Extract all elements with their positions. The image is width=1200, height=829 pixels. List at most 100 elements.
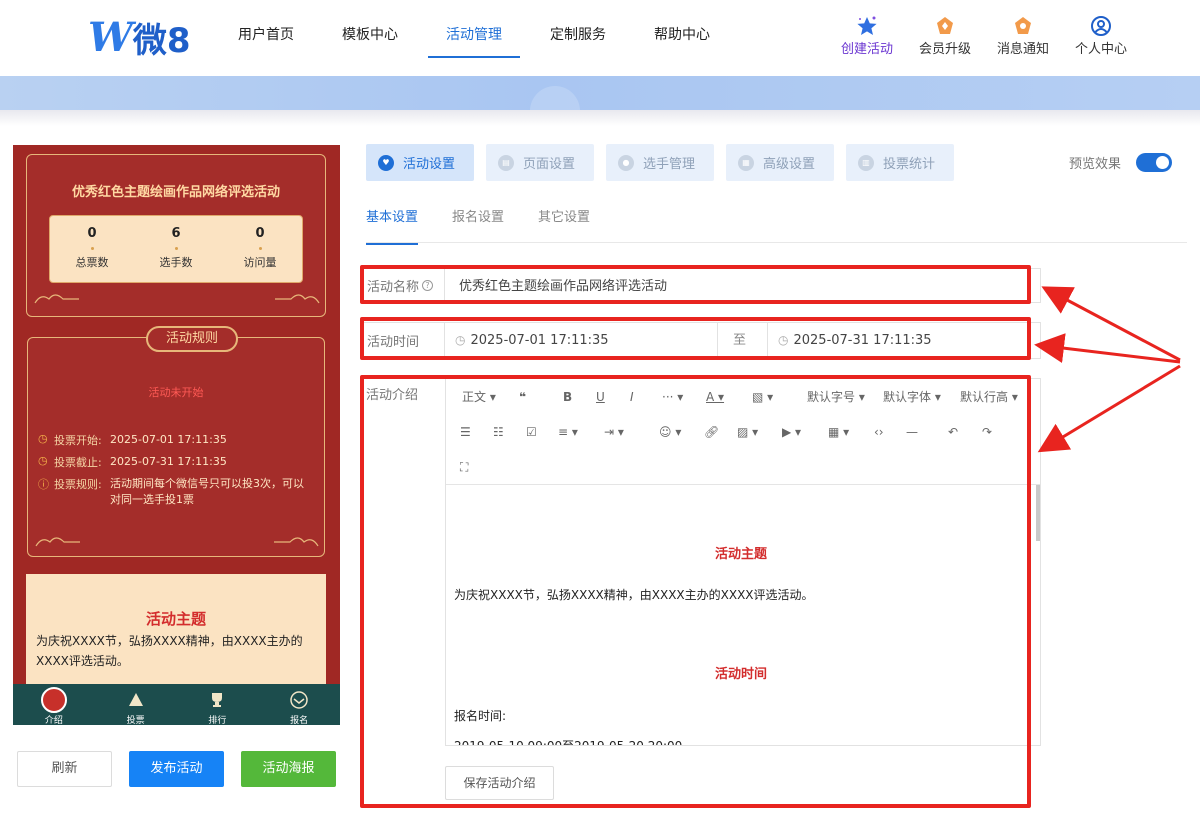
- intro-heading: 活动主题: [145, 610, 206, 628]
- person-icon: ●: [618, 154, 634, 171]
- stats-icon: ▥: [858, 154, 874, 171]
- tab-signup[interactable]: 报名: [258, 684, 340, 725]
- vote-rule-value: 活动期间每个微信号只可以投3次，可以对同一选手投1票: [110, 477, 304, 506]
- tab-label: 选手管理: [643, 157, 696, 172]
- editor-scrollbar[interactable]: [1036, 485, 1040, 541]
- stat-divider: [90, 247, 94, 250]
- notifications-label: 消息通知: [996, 42, 1049, 57]
- tab-activity-settings[interactable]: ♥ 活动设置: [366, 144, 474, 181]
- tab-intro-label: 介绍: [44, 716, 63, 725]
- advanced-icon: ▦: [738, 154, 754, 171]
- stats-panel: 0 总票数 6 选手数 0 访问量: [49, 215, 303, 283]
- highlight-box-time: [360, 317, 1031, 360]
- tab-signup-label: 报名: [290, 716, 309, 725]
- vote-start-value: 2025-07-01 17:11:35: [110, 433, 227, 446]
- stat-divider: [258, 247, 262, 250]
- vote-end-row: ◷ 投票截止: 2025-07-31 17:11:35: [38, 454, 314, 470]
- user-center-label: 个人中心: [1074, 42, 1127, 57]
- tab-label: 高级设置: [763, 157, 816, 172]
- logo-letter: W: [88, 13, 133, 61]
- vote-start-row: ◷ 投票开始: 2025-07-01 17:11:35: [38, 432, 314, 448]
- nav-activity-management[interactable]: 活动管理: [428, 0, 520, 76]
- notifications-button[interactable]: 消息通知: [984, 14, 1062, 57]
- vote-end-label: 投票截止:: [54, 456, 102, 469]
- tab-intro[interactable]: 介绍: [13, 684, 95, 725]
- vote-rule-label: 投票规则:: [54, 478, 102, 491]
- publish-activity-button[interactable]: 发布活动: [129, 751, 224, 787]
- cloud-ornament-left: [35, 537, 80, 547]
- stat-divider: [174, 247, 178, 250]
- logo[interactable]: W 微8: [88, 13, 191, 61]
- signup-icon: [258, 687, 340, 713]
- vote-rule-row: ⓘ 投票规则: 活动期间每个微信号只可以投3次，可以对同一选手投1票: [38, 476, 314, 508]
- activity-poster-button[interactable]: 活动海报: [241, 751, 336, 787]
- stat-value: 0: [255, 226, 265, 241]
- mobile-preview: 优秀红色主题绘画作品网络评选活动 0 总票数 6 选手数 0 访问量 活动规则 …: [13, 145, 340, 725]
- stat-label: 总票数: [75, 256, 109, 269]
- tab-page-settings[interactable]: ▤ 页面设置: [486, 144, 594, 181]
- stat-label: 选手数: [159, 256, 193, 269]
- subtab-other-settings[interactable]: 其它设置: [538, 206, 590, 245]
- subtab-divider: [366, 242, 1187, 243]
- tab-advanced-settings[interactable]: ▦ 高级设置: [726, 144, 834, 181]
- subtab-basic-settings[interactable]: 基本设置: [366, 206, 419, 245]
- nav-templates[interactable]: 模板中心: [342, 0, 398, 76]
- star-icon: [828, 14, 906, 38]
- tab-label: 活动设置: [403, 157, 456, 172]
- heart-icon: ♥: [378, 154, 394, 171]
- intro-text: 为庆祝XXXX节，弘扬XXXX精神，由XXXX主办的XXXX评选活动。: [36, 634, 303, 668]
- user-center-button[interactable]: 个人中心: [1062, 14, 1140, 57]
- trophy-icon: [177, 687, 259, 713]
- vote-start-label: 投票开始:: [54, 434, 102, 447]
- tab-vote-label: 投票: [126, 716, 145, 725]
- rules-card: 活动规则 活动未开始 ◷ 投票开始: 2025-07-01 17:11:35 ◷…: [27, 326, 325, 557]
- member-upgrade-label: 会员升级: [918, 42, 971, 57]
- tab-label: 投票统计: [883, 157, 936, 172]
- header-actions: 创建活动 会员升级 消息通知 个人中心: [828, 14, 1140, 57]
- event-summary-card: 优秀红色主题绘画作品网络评选活动 0 总票数 6 选手数 0 访问量: [26, 154, 326, 317]
- status-text: 活动未开始: [148, 386, 204, 399]
- clock-icon: ◷: [38, 432, 48, 445]
- header-banner: [0, 76, 1200, 136]
- top-header: W 微8 用户首页 模板中心 活动管理 定制服务 帮助中心 创建活动 会员升级 …: [0, 0, 1200, 76]
- create-activity-button[interactable]: 创建活动: [828, 14, 906, 57]
- mobile-tabbar: 介绍 投票 排行 报名: [13, 684, 340, 725]
- nav-home[interactable]: 用户首页: [238, 0, 294, 76]
- tab-ranking[interactable]: 排行: [177, 684, 259, 725]
- create-activity-label: 创建活动: [840, 42, 893, 57]
- tab-vote-statistics[interactable]: ▥ 投票统计: [846, 144, 954, 181]
- cloud-ornament-right: [275, 294, 320, 304]
- cloud-ornament-right: [274, 537, 319, 547]
- stat-value: 0: [87, 226, 97, 241]
- tab-ranking-label: 排行: [208, 716, 227, 725]
- rules-badge: 活动规则: [146, 326, 238, 352]
- subtab-signup-settings[interactable]: 报名设置: [452, 206, 504, 245]
- settings-tabs: ♥ 活动设置 ▤ 页面设置 ● 选手管理 ▦ 高级设置 ▥ 投票统计: [366, 144, 966, 181]
- annotation-arrows: [1034, 286, 1181, 453]
- preview-effect-label: 预览效果: [1069, 157, 1122, 172]
- tab-vote[interactable]: 投票: [95, 684, 177, 725]
- nav-help[interactable]: 帮助中心: [654, 0, 710, 76]
- tab-contestant-management[interactable]: ● 选手管理: [606, 144, 714, 181]
- logo-text: 微8: [132, 20, 191, 61]
- vote-end-value: 2025-07-31 17:11:35: [110, 455, 227, 468]
- stat-total-votes: 0 总票数: [50, 216, 134, 282]
- page-icon: ▤: [498, 154, 514, 171]
- clock-icon: ◷: [38, 454, 48, 467]
- banner-shadow: [0, 110, 1200, 126]
- member-upgrade-button[interactable]: 会员升级: [906, 14, 984, 57]
- stat-label: 访问量: [243, 256, 277, 269]
- stat-visits: 0 访问量: [218, 216, 302, 282]
- cloud-ornament-left: [34, 294, 79, 304]
- refresh-button[interactable]: 刷新: [17, 751, 112, 787]
- notification-icon: [984, 14, 1062, 38]
- info-icon: ⓘ: [38, 478, 49, 491]
- upgrade-icon: [906, 14, 984, 38]
- user-icon: [1062, 14, 1140, 38]
- main-nav: 用户首页 模板中心 活动管理 定制服务 帮助中心: [238, 0, 758, 76]
- highlight-box-name: [360, 265, 1031, 304]
- tab-label: 页面设置: [523, 157, 576, 172]
- nav-custom-service[interactable]: 定制服务: [550, 0, 606, 76]
- preview-toggle[interactable]: [1136, 153, 1172, 172]
- stat-value: 6: [171, 226, 181, 241]
